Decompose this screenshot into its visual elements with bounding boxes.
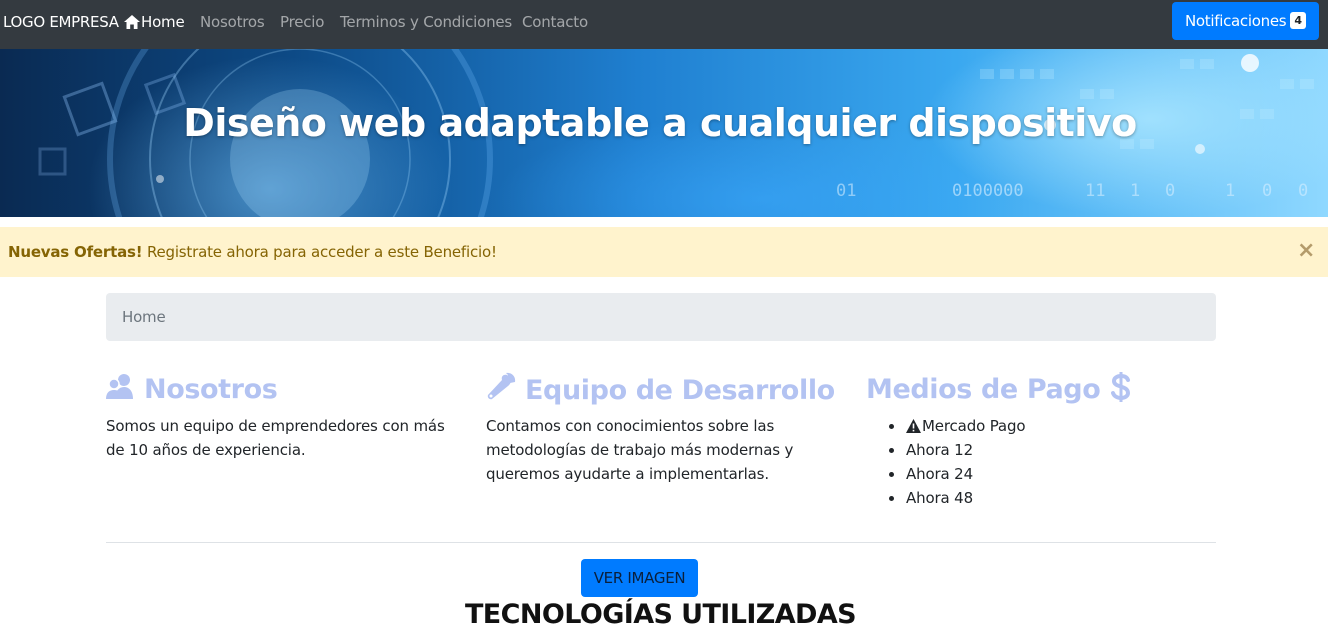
- brand-logo[interactable]: LOGO EMPRESA: [3, 13, 119, 31]
- equipo-heading: Equipo de Desarrollo: [486, 372, 835, 409]
- breadcrumb: Home: [106, 293, 1216, 341]
- hero-digit: 1: [1130, 181, 1140, 201]
- nosotros-title: Nosotros: [144, 374, 278, 405]
- pagos-heading: Medios de Pago: [866, 372, 1131, 408]
- home-icon: [124, 15, 140, 29]
- nosotros-text: Somos un equipo de emprendedores con más…: [106, 417, 445, 459]
- nosotros-heading: Nosotros: [106, 372, 278, 408]
- list-item: Mercado Pago: [886, 414, 1026, 438]
- payment-item-label: Mercado Pago: [922, 417, 1026, 435]
- nav-link-contacto[interactable]: Contacto: [522, 13, 588, 31]
- alert-strong: Nuevas Ofertas!: [8, 243, 143, 261]
- hero-digit: 0: [1165, 181, 1175, 201]
- top-navbar: LOGO EMPRESA Home Nosotros Precio Termin…: [0, 0, 1328, 49]
- nav-link-nosotros[interactable]: Nosotros: [200, 13, 265, 31]
- hero-banner: 01 0100000 11 1 0 1 0 0 Diseño web adapt…: [0, 49, 1328, 217]
- hero-title: Diseño web adaptable a cualquier disposi…: [183, 101, 1137, 145]
- notifications-label: Notificaciones: [1185, 12, 1287, 30]
- wrench-icon: [487, 372, 516, 400]
- nav-link-home-label: Home: [141, 13, 185, 31]
- hero-digit: 01: [836, 181, 856, 201]
- hero-digit: 0: [1298, 181, 1308, 201]
- hero-digit: 1: [1225, 181, 1235, 201]
- nav-link-precio[interactable]: Precio: [280, 13, 324, 31]
- notifications-button[interactable]: Notificaciones 4: [1172, 2, 1319, 40]
- section-divider: [106, 542, 1216, 543]
- list-item: Ahora 24: [886, 462, 1025, 486]
- warning-icon: [906, 419, 921, 433]
- hero-digit: 11: [1085, 181, 1105, 201]
- hero-digit: 0100000: [952, 181, 1024, 201]
- equipo-title: Equipo de Desarrollo: [525, 375, 835, 406]
- payment-methods-list: Mercado Pago Ahora 12 Ahora 24 Ahora 48: [886, 414, 1026, 510]
- pagos-title: Medios de Pago: [866, 374, 1101, 405]
- nav-link-terminos[interactable]: Terminos y Condiciones: [340, 13, 512, 31]
- ver-imagen-button[interactable]: VER IMAGEN: [581, 559, 698, 597]
- dollar-icon: [1111, 372, 1131, 402]
- breadcrumb-item-home: Home: [122, 308, 166, 326]
- offer-alert: Nuevas Ofertas! Registrate ahora para ac…: [0, 227, 1328, 277]
- alert-message: Nuevas Ofertas! Registrate ahora para ac…: [8, 243, 497, 261]
- hero-digit: 0: [1262, 181, 1272, 201]
- list-item: Ahora 48: [886, 486, 1025, 510]
- equipo-text: Contamos con conocimientos sobre las met…: [486, 417, 794, 483]
- technologies-title: TECNOLOGÍAS UTILIZADAS: [464, 599, 857, 630]
- users-icon: [106, 374, 133, 399]
- close-icon[interactable]: ×: [1297, 240, 1315, 262]
- list-item: Ahora 12: [886, 438, 1025, 462]
- notifications-badge: 4: [1290, 12, 1306, 29]
- nav-link-home[interactable]: Home: [124, 13, 185, 31]
- alert-body: Registrate ahora para acceder a este Ben…: [142, 243, 497, 261]
